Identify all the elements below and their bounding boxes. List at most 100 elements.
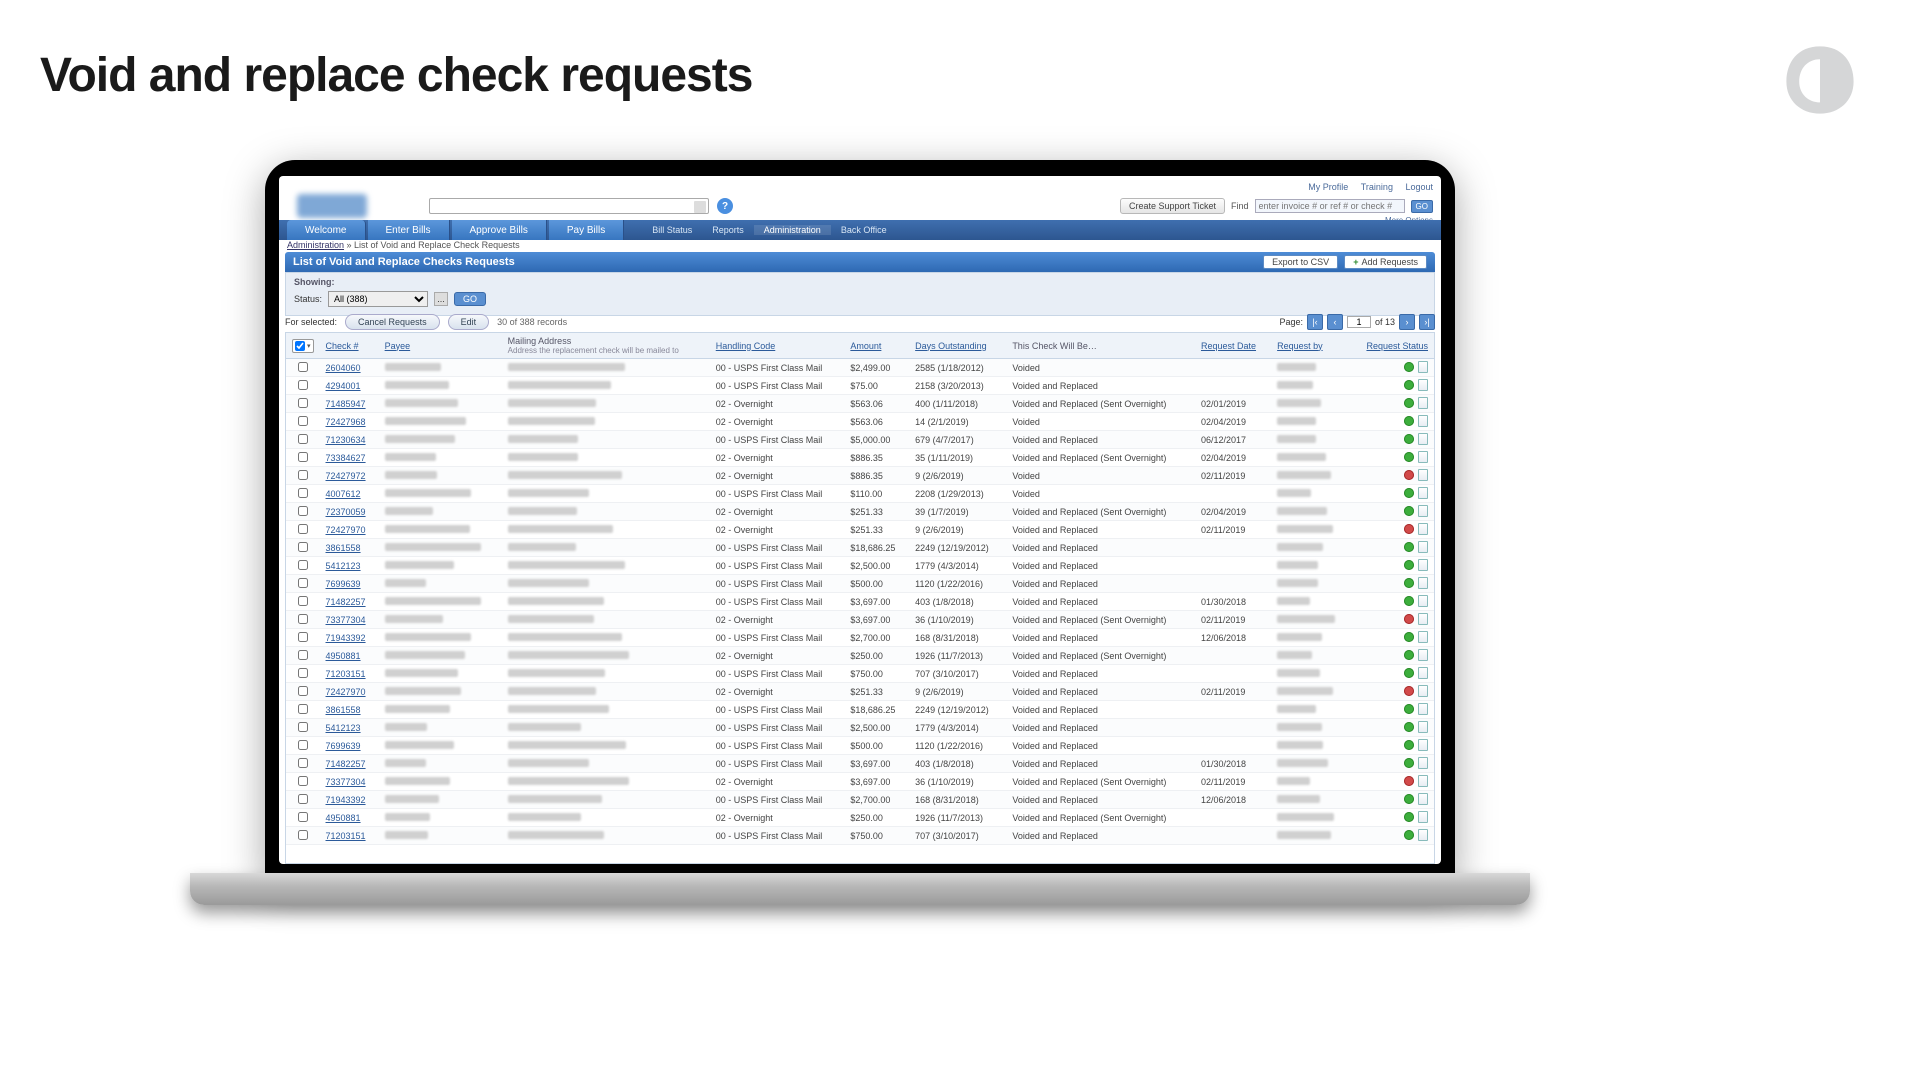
document-icon[interactable] — [1418, 721, 1428, 733]
document-icon[interactable] — [1418, 451, 1428, 463]
col-handling[interactable]: Handling Code — [710, 333, 845, 359]
row-checkbox[interactable] — [298, 434, 308, 444]
document-icon[interactable] — [1418, 829, 1428, 841]
check-number-link[interactable]: 7699639 — [326, 741, 361, 751]
row-checkbox[interactable] — [298, 452, 308, 462]
document-icon[interactable] — [1418, 559, 1428, 571]
document-icon[interactable] — [1418, 649, 1428, 661]
tab-pay-bills[interactable]: Pay Bills — [549, 220, 624, 240]
row-checkbox[interactable] — [298, 812, 308, 822]
row-checkbox[interactable] — [298, 722, 308, 732]
check-number-link[interactable]: 71943392 — [326, 795, 366, 805]
check-number-link[interactable]: 71203151 — [326, 831, 366, 841]
check-number-link[interactable]: 71482257 — [326, 759, 366, 769]
document-icon[interactable] — [1418, 541, 1428, 553]
status-select[interactable]: All (388) — [328, 291, 428, 307]
document-icon[interactable] — [1418, 811, 1428, 823]
col-payee[interactable]: Payee — [379, 333, 502, 359]
row-checkbox[interactable] — [298, 740, 308, 750]
check-number-link[interactable]: 72427970 — [326, 525, 366, 535]
status-dropdown-icon[interactable]: … — [434, 292, 448, 306]
subnav-reports[interactable]: Reports — [702, 225, 754, 235]
row-checkbox[interactable] — [298, 506, 308, 516]
check-number-link[interactable]: 4007612 — [326, 489, 361, 499]
check-number-link[interactable]: 73377304 — [326, 777, 366, 787]
document-icon[interactable] — [1418, 361, 1428, 373]
subnav-back-office[interactable]: Back Office — [831, 225, 897, 235]
document-icon[interactable] — [1418, 397, 1428, 409]
pager-current-input[interactable] — [1347, 316, 1371, 328]
global-search-input[interactable] — [429, 198, 709, 214]
document-icon[interactable] — [1418, 487, 1428, 499]
document-icon[interactable] — [1418, 577, 1428, 589]
row-checkbox[interactable] — [298, 794, 308, 804]
check-number-link[interactable]: 72370059 — [326, 507, 366, 517]
document-icon[interactable] — [1418, 667, 1428, 679]
check-number-link[interactable]: 7699639 — [326, 579, 361, 589]
check-number-link[interactable]: 72427972 — [326, 471, 366, 481]
row-checkbox[interactable] — [298, 614, 308, 624]
document-icon[interactable] — [1418, 613, 1428, 625]
col-status[interactable]: Request Status — [1350, 333, 1434, 359]
row-checkbox[interactable] — [298, 542, 308, 552]
row-checkbox[interactable] — [298, 398, 308, 408]
pager-last-icon[interactable]: ›| — [1419, 314, 1435, 330]
row-checkbox[interactable] — [298, 362, 308, 372]
document-icon[interactable] — [1418, 757, 1428, 769]
check-number-link[interactable]: 3861558 — [326, 705, 361, 715]
row-checkbox[interactable] — [298, 560, 308, 570]
check-number-link[interactable]: 71943392 — [326, 633, 366, 643]
document-icon[interactable] — [1418, 793, 1428, 805]
document-icon[interactable] — [1418, 631, 1428, 643]
breadcrumb-admin-link[interactable]: Administration — [287, 240, 344, 250]
cancel-requests-button[interactable]: Cancel Requests — [345, 314, 440, 330]
pager-prev-icon[interactable]: ‹ — [1327, 314, 1343, 330]
document-icon[interactable] — [1418, 775, 1428, 787]
training-link[interactable]: Training — [1361, 182, 1393, 192]
row-checkbox[interactable] — [298, 488, 308, 498]
col-amount[interactable]: Amount — [844, 333, 909, 359]
subnav-administration[interactable]: Administration — [754, 225, 831, 235]
pager-next-icon[interactable]: › — [1399, 314, 1415, 330]
pager-first-icon[interactable]: |‹ — [1307, 314, 1323, 330]
check-number-link[interactable]: 71230634 — [326, 435, 366, 445]
col-request-by[interactable]: Request by — [1271, 333, 1350, 359]
check-number-link[interactable]: 71203151 — [326, 669, 366, 679]
row-checkbox[interactable] — [298, 578, 308, 588]
edit-button[interactable]: Edit — [448, 314, 490, 330]
tab-approve-bills[interactable]: Approve Bills — [452, 220, 547, 240]
document-icon[interactable] — [1418, 415, 1428, 427]
row-checkbox[interactable] — [298, 380, 308, 390]
document-icon[interactable] — [1418, 469, 1428, 481]
check-number-link[interactable]: 71482257 — [326, 597, 366, 607]
row-checkbox[interactable] — [298, 470, 308, 480]
row-checkbox[interactable] — [298, 830, 308, 840]
col-request-date[interactable]: Request Date — [1195, 333, 1271, 359]
document-icon[interactable] — [1418, 703, 1428, 715]
find-go-button[interactable]: GO — [1411, 200, 1433, 213]
row-checkbox[interactable] — [298, 596, 308, 606]
check-number-link[interactable]: 72427968 — [326, 417, 366, 427]
my-profile-link[interactable]: My Profile — [1308, 182, 1348, 192]
row-checkbox[interactable] — [298, 416, 308, 426]
row-checkbox[interactable] — [298, 524, 308, 534]
check-number-link[interactable]: 72427970 — [326, 687, 366, 697]
export-csv-button[interactable]: Export to CSV — [1263, 255, 1338, 269]
check-number-link[interactable]: 73377304 — [326, 615, 366, 625]
document-icon[interactable] — [1418, 739, 1428, 751]
document-icon[interactable] — [1418, 685, 1428, 697]
check-number-link[interactable]: 3861558 — [326, 543, 361, 553]
help-icon[interactable]: ? — [717, 198, 733, 214]
create-support-ticket-button[interactable]: Create Support Ticket — [1120, 198, 1225, 214]
add-requests-button[interactable]: +Add Requests — [1344, 255, 1427, 269]
document-icon[interactable] — [1418, 595, 1428, 607]
find-input[interactable] — [1255, 199, 1405, 213]
row-checkbox[interactable] — [298, 632, 308, 642]
check-number-link[interactable]: 4950881 — [326, 651, 361, 661]
logout-link[interactable]: Logout — [1405, 182, 1433, 192]
check-number-link[interactable]: 5412123 — [326, 561, 361, 571]
document-icon[interactable] — [1418, 505, 1428, 517]
col-days[interactable]: Days Outstanding — [909, 333, 1006, 359]
document-icon[interactable] — [1418, 523, 1428, 535]
filter-go-button[interactable]: GO — [454, 292, 486, 306]
